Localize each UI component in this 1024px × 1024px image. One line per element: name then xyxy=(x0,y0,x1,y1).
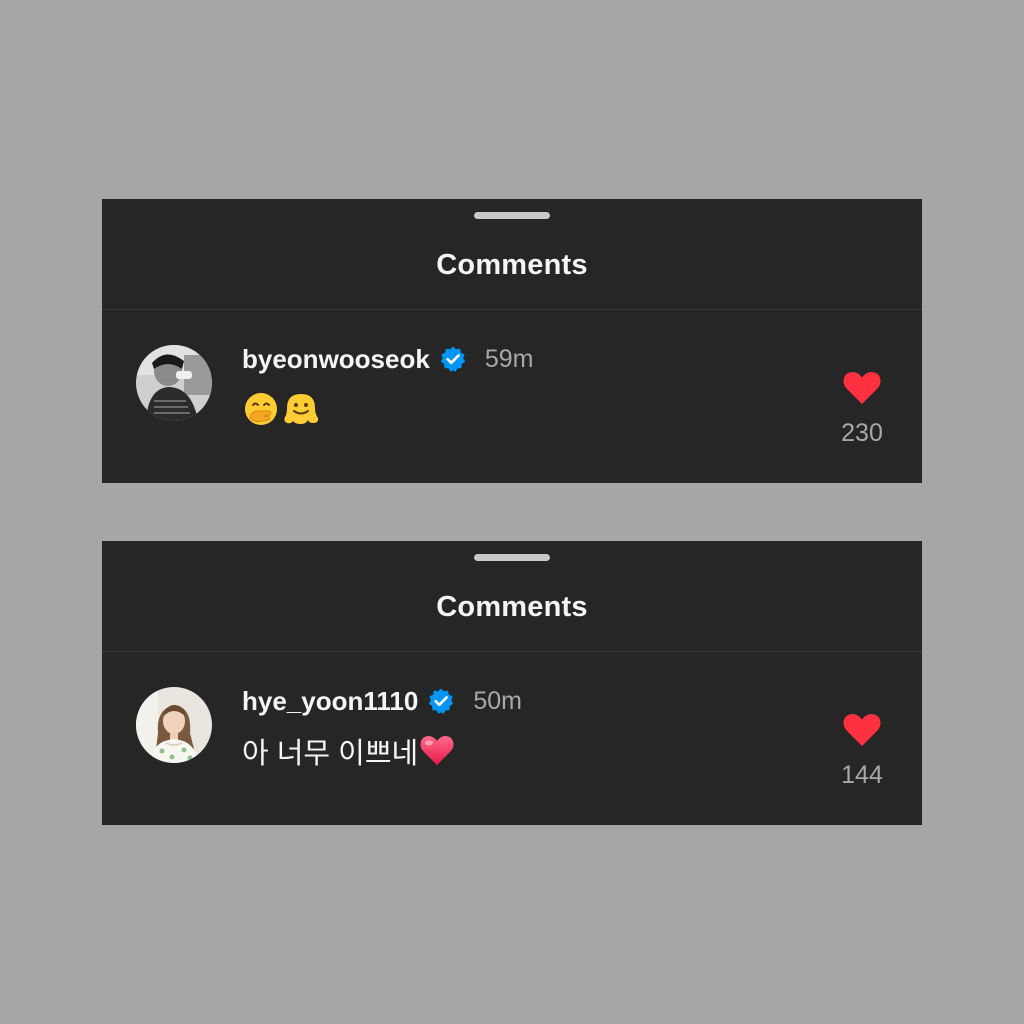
comment-timestamp: 50m xyxy=(473,686,522,715)
melting-face-emoji xyxy=(282,390,320,428)
drag-handle[interactable] xyxy=(474,554,550,561)
comments-sheet: Comments byeonwooseok 59m 230 xyxy=(102,199,922,483)
comment-header: byeonwooseok 59m xyxy=(242,341,533,377)
drag-handle[interactable] xyxy=(474,212,550,219)
verified-badge-icon xyxy=(427,687,455,715)
like-count: 230 xyxy=(841,419,883,447)
avatar[interactable] xyxy=(136,687,212,763)
like-button[interactable] xyxy=(842,711,882,749)
like-count: 144 xyxy=(841,761,883,789)
verified-badge-icon xyxy=(439,345,467,373)
username[interactable]: hye_yoon1110 xyxy=(242,686,418,717)
red-heart-emoji xyxy=(419,734,455,768)
heart-icon xyxy=(843,714,881,746)
comment-header: hye_yoon1110 50m xyxy=(242,683,522,719)
divider xyxy=(102,651,922,652)
sheet-title: Comments xyxy=(436,249,588,281)
divider xyxy=(102,309,922,310)
comments-sheet: Comments hye_yoon1110 50m 아 너무 이쁘네 144 xyxy=(102,541,922,825)
like-button[interactable] xyxy=(842,369,882,407)
avatar[interactable] xyxy=(136,345,212,421)
comment-timestamp: 59m xyxy=(484,344,534,373)
username[interactable]: byeonwooseok xyxy=(242,344,430,375)
sheet-title: Comments xyxy=(436,591,588,623)
comment-body: 아 너무 이쁘네 xyxy=(242,738,419,770)
heart-icon xyxy=(843,372,881,404)
comment-text xyxy=(242,389,320,429)
comment-text: 아 너무 이쁘네 xyxy=(242,731,455,771)
face-with-hand-over-mouth-emoji xyxy=(242,390,280,428)
